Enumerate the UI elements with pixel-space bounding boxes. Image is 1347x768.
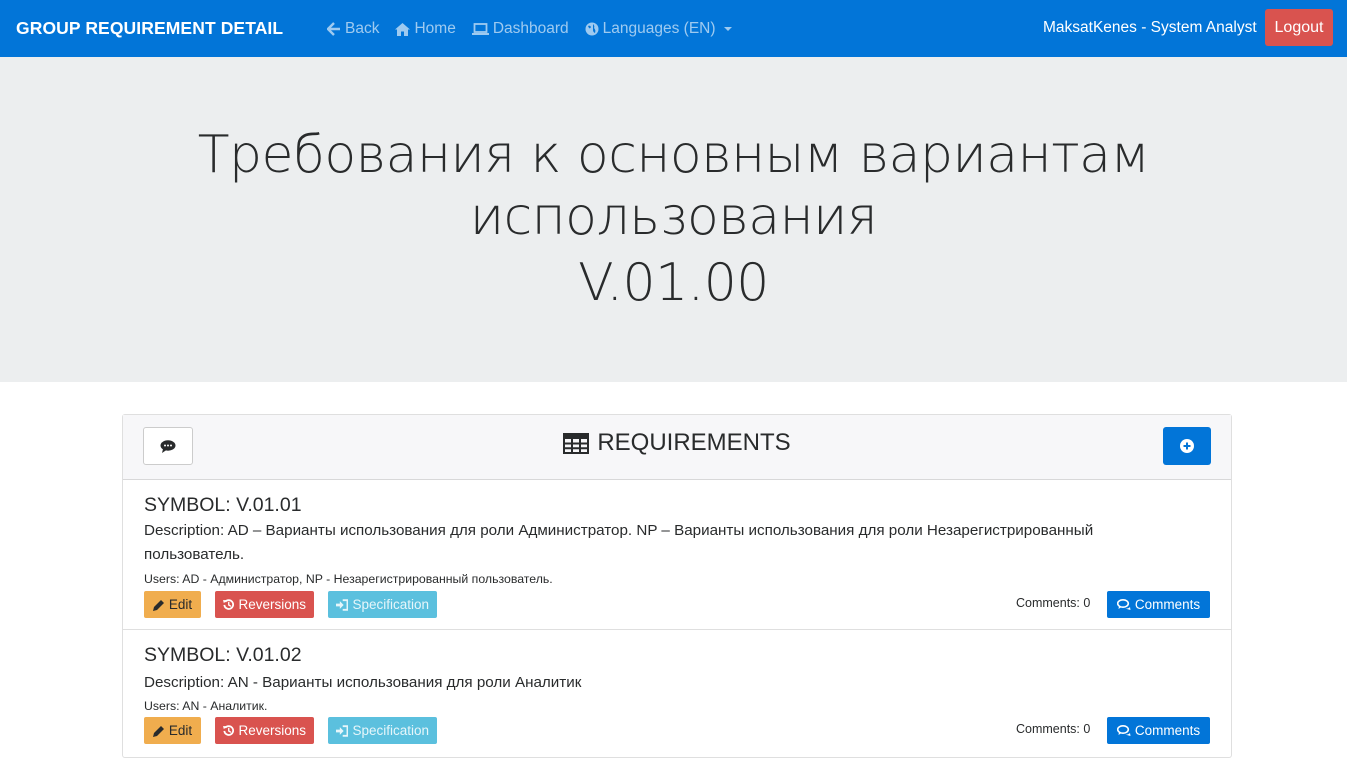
- nav-links: Back Home Dashboard Languages (EN): [327, 20, 748, 38]
- logout-button[interactable]: Logout: [1265, 9, 1333, 46]
- edit-label: Edit: [168, 723, 193, 738]
- globe-icon: [585, 22, 599, 36]
- page-version: V.01.00: [578, 253, 769, 313]
- nav-back-link[interactable]: Back: [327, 20, 379, 38]
- comments-icon: [1116, 724, 1131, 736]
- nav-languages-dropdown[interactable]: Languages (EN): [585, 20, 732, 38]
- nav-dashboard-label: Dashboard: [492, 20, 569, 37]
- sign-in-icon: [336, 724, 349, 737]
- card-header-title: REQUIREMENTS: [123, 429, 1231, 457]
- pencil-icon: [152, 725, 164, 737]
- requirement-users: Users: AN - Аналитик.: [144, 699, 268, 713]
- requirements-card: REQUIREMENTS SYMBOL: V.01.01 Description…: [122, 414, 1232, 758]
- history-icon: [223, 725, 234, 736]
- comments-label: Comments: [1134, 723, 1201, 738]
- card-header-label: REQUIREMENTS: [597, 429, 791, 456]
- navbar-brand[interactable]: GROUP REQUIREMENT DETAIL: [16, 18, 283, 39]
- nav-languages-label: Languages (EN): [602, 20, 716, 37]
- specification-button[interactable]: Specification: [328, 717, 437, 744]
- comments-button[interactable]: Comments: [1107, 717, 1210, 744]
- arrow-left-icon: [327, 22, 340, 36]
- plus-circle-icon: [1180, 439, 1194, 453]
- specification-label: Specification: [352, 723, 429, 738]
- page-title: Требования к основным вариантам использо…: [0, 124, 1347, 314]
- sign-in-icon: [336, 598, 349, 611]
- history-icon: [223, 599, 234, 610]
- requirement-description: Description: AD – Варианты использования…: [144, 522, 1094, 563]
- pencil-icon: [152, 599, 164, 611]
- reversions-button[interactable]: Reversions: [215, 591, 314, 618]
- edit-button[interactable]: Edit: [144, 591, 201, 618]
- nav-dashboard-link[interactable]: Dashboard: [471, 20, 569, 38]
- table-icon: [563, 432, 590, 454]
- nav-home-link[interactable]: Home: [395, 20, 456, 38]
- edit-button[interactable]: Edit: [144, 717, 201, 744]
- comments-label: Comments: [1134, 597, 1201, 612]
- add-requirement-button[interactable]: [1163, 427, 1211, 465]
- requirement-users: Users: AD - Администратор, NP - Незареги…: [144, 572, 553, 586]
- laptop-icon: [471, 23, 489, 35]
- comments-icon: [1116, 598, 1131, 610]
- requirement-description: Description: AN - Варианты использования…: [144, 674, 582, 691]
- jumbotron: Требования к основным вариантам использо…: [0, 57, 1347, 382]
- requirement-symbol: SYMBOL: V.01.02: [144, 644, 302, 666]
- specification-label: Specification: [352, 597, 429, 612]
- comments-count: Comments: 0: [1016, 596, 1091, 610]
- chevron-down-icon: [723, 27, 732, 31]
- requirement-symbol: SYMBOL: V.01.01: [144, 494, 302, 516]
- specification-button[interactable]: Specification: [328, 591, 437, 618]
- requirement-item: SYMBOL: V.01.01 Description: AD – Вариан…: [123, 480, 1231, 630]
- requirement-item: SYMBOL: V.01.02 Description: AN - Вариан…: [123, 630, 1231, 757]
- page-title-line1: Требования к основным вариантам: [197, 125, 1150, 185]
- reversions-label: Reversions: [238, 597, 306, 612]
- nav-home-label: Home: [414, 20, 456, 37]
- current-user-label: MaksatKenes - System Analyst: [1043, 19, 1257, 36]
- home-icon: [395, 22, 411, 36]
- comments-count: Comments: 0: [1016, 722, 1091, 736]
- card-header: REQUIREMENTS: [123, 415, 1231, 480]
- page-title-line2: использования: [469, 187, 878, 247]
- nav-back-label: Back: [345, 20, 380, 37]
- reversions-button[interactable]: Reversions: [215, 717, 314, 744]
- reversions-label: Reversions: [238, 723, 306, 738]
- comments-button[interactable]: Comments: [1107, 591, 1210, 618]
- top-navbar: GROUP REQUIREMENT DETAIL Back Home Dashb…: [0, 0, 1347, 57]
- edit-label: Edit: [168, 597, 193, 612]
